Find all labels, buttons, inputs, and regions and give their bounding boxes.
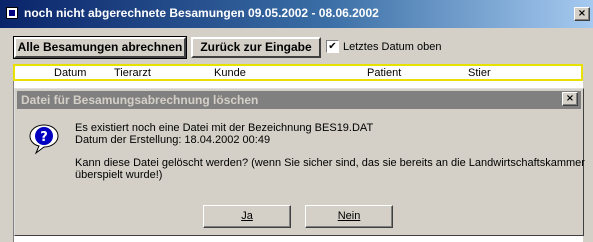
no-button[interactable]: Nein	[305, 205, 393, 228]
app-icon	[6, 7, 18, 19]
column-header-tierarzt[interactable]: Tierarzt	[114, 67, 151, 79]
delete-file-dialog: Datei für Besamungsabrechnung löschen × …	[14, 88, 585, 236]
dialog-title: Datei für Besamungsabrechnung löschen	[21, 93, 259, 107]
message-creation-date: Datum der Erstellung: 18.04.2002 00:49	[75, 134, 271, 146]
yes-button[interactable]: Ja	[203, 205, 291, 228]
latest-date-top-checkbox[interactable]: ✔	[326, 40, 339, 53]
svg-text:?: ?	[40, 130, 48, 145]
main-close-button[interactable]: ×	[574, 7, 590, 21]
yes-button-label: Ja	[241, 210, 253, 222]
question-icon: ?	[29, 124, 59, 155]
window-title: noch nicht abgerechnete Besamungen 09.05…	[24, 6, 379, 20]
column-header-stier[interactable]: Stier	[468, 67, 491, 79]
back-to-input-button[interactable]: Zurück zur Eingabe	[191, 37, 321, 58]
dialog-close-button[interactable]: ×	[562, 92, 578, 106]
column-header-datum[interactable]: Datum	[54, 67, 86, 79]
latest-date-top-option[interactable]: ✔ Letztes Datum oben	[326, 40, 441, 54]
main-title-bar[interactable]: noch nicht abgerechnete Besamungen 09.05…	[0, 0, 593, 28]
dialog-title-bar[interactable]: Datei für Besamungsabrechnung löschen ×	[17, 91, 581, 109]
bill-all-button[interactable]: Alle Besamungen abrechnen	[13, 36, 187, 59]
column-header-kunde[interactable]: Kunde	[214, 67, 246, 79]
message-question-continued: überspielt wurde!)	[75, 169, 163, 181]
grid-header: Datum Tierarzt Kunde Patient Stier	[13, 64, 583, 81]
no-button-label: Nein	[337, 210, 361, 222]
column-header-patient[interactable]: Patient	[367, 67, 401, 79]
latest-date-top-label: Letztes Datum oben	[343, 40, 442, 53]
